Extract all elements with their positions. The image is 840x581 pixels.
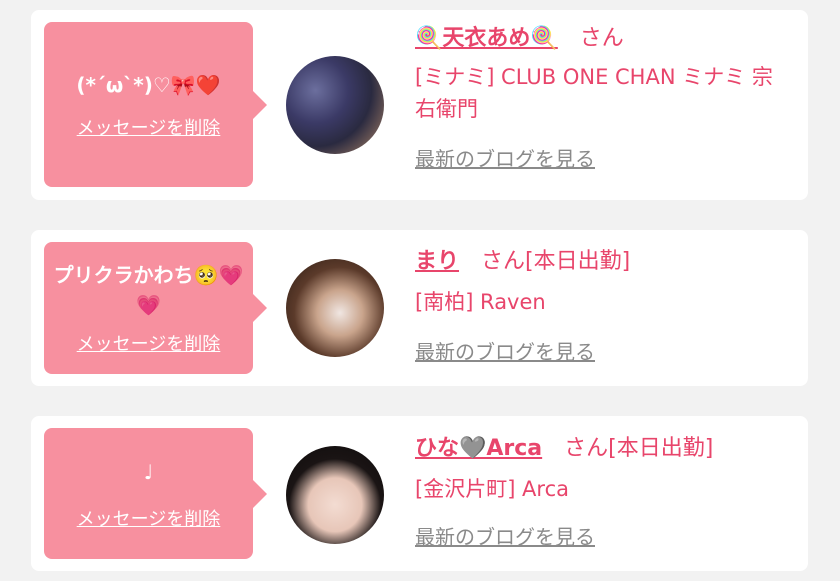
delete-message-link[interactable]: メッセージを削除 <box>77 505 221 531</box>
delete-message-link[interactable]: メッセージを削除 <box>77 330 221 356</box>
latest-blog-link[interactable]: 最新のブログを見る <box>415 521 595 550</box>
avatar[interactable] <box>286 259 384 357</box>
sender-info: 🍭天衣あめ🍭 さん [ミナミ] CLUB ONE CHAN ミナミ 宗右衛門 最新… <box>415 24 792 172</box>
message-card: ♩ メッセージを削除 ひな🩶Arca さん[本日出勤] [金沢片町] Arca 最… <box>31 416 808 571</box>
status-label: [本日出勤] <box>525 249 631 274</box>
message-bubble: プリクラかわち🥺💗💗 メッセージを削除 <box>44 242 267 374</box>
avatar[interactable] <box>286 56 384 154</box>
sender-info: ひな🩶Arca さん[本日出勤] [金沢片町] Arca 最新のブログを見る <box>415 434 792 550</box>
honorific: さん <box>481 249 526 274</box>
status-label: [本日出勤] <box>608 436 714 461</box>
honorific: さん <box>564 436 609 461</box>
name-line: 🍭天衣あめ🍭 さん <box>415 24 792 54</box>
avatar[interactable] <box>286 446 384 544</box>
message-bubble: (*´ω`*)♡🎀❤️ メッセージを削除 <box>44 22 267 187</box>
latest-blog-link[interactable]: 最新のブログを見る <box>415 143 595 172</box>
message-bubble: ♩ メッセージを削除 <box>44 428 267 559</box>
name-line: まり さん[本日出勤] <box>415 247 792 277</box>
sender-info: まり さん[本日出勤] [南柏] Raven 最新のブログを見る <box>415 247 792 365</box>
shop-label: [ミナミ] CLUB ONE CHAN ミナミ 宗右衛門 <box>415 65 773 121</box>
message-text: プリクラかわち🥺💗💗 <box>53 263 244 317</box>
message-text: (*´ω`*)♡🎀❤️ <box>76 72 221 97</box>
name-line: ひな🩶Arca さん[本日出勤] <box>415 434 792 464</box>
honorific: さん <box>579 26 624 51</box>
sender-name-link[interactable]: ひな🩶Arca <box>415 436 542 461</box>
message-card: プリクラかわち🥺💗💗 メッセージを削除 まり さん[本日出勤] [南柏] Rave… <box>31 230 808 386</box>
shop-label: [金沢片町] Arca <box>415 477 570 501</box>
sender-name-link[interactable]: まり <box>415 249 459 274</box>
message-card: (*´ω`*)♡🎀❤️ メッセージを削除 🍭天衣あめ🍭 さん [ミナミ] CLUB… <box>31 10 808 200</box>
message-text: ♩ <box>143 459 154 484</box>
delete-message-link[interactable]: メッセージを削除 <box>77 114 221 140</box>
shop-label: [南柏] Raven <box>415 290 546 314</box>
latest-blog-link[interactable]: 最新のブログを見る <box>415 336 595 365</box>
message-list: (*´ω`*)♡🎀❤️ メッセージを削除 🍭天衣あめ🍭 さん [ミナミ] CLUB… <box>0 0 840 581</box>
sender-name-link[interactable]: 🍭天衣あめ🍭 <box>415 26 558 51</box>
